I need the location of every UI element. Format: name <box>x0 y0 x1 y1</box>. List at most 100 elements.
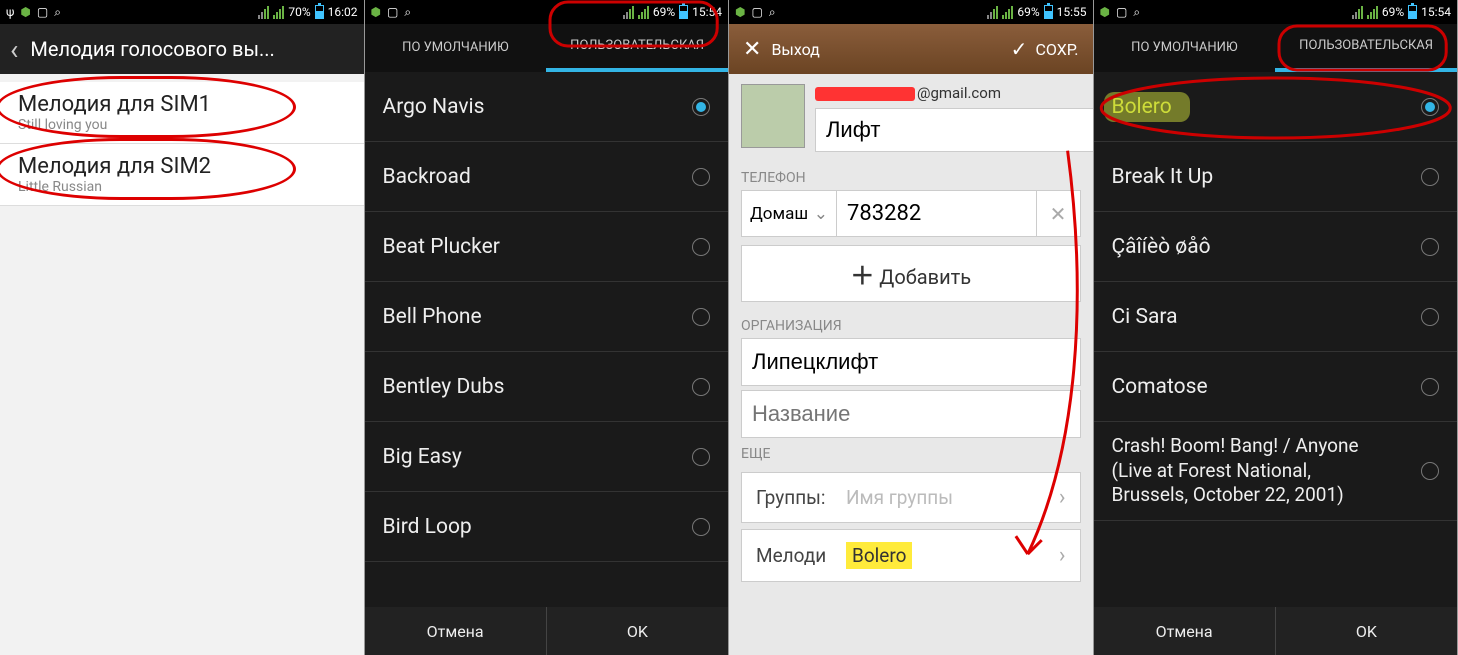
exit-label[interactable]: Выход <box>771 40 819 59</box>
ringtone-item[interactable]: Crash! Boom! Bang! / Anyone (Live at For… <box>1094 422 1458 521</box>
radio-icon[interactable] <box>1421 462 1439 480</box>
radio-icon[interactable] <box>692 98 710 116</box>
dialog-buttons: Отмена OK <box>365 607 729 655</box>
org-company-input[interactable] <box>741 338 1081 386</box>
battery-icon <box>1044 5 1053 19</box>
phone-type-dropdown[interactable]: Домаш⌄ <box>741 190 837 237</box>
status-bar: ⬢ ▢ ⌕ 69% 15:55 <box>729 0 1093 24</box>
ringtone-item[interactable]: Çâîíèò øåô <box>1094 212 1458 282</box>
cancel-button[interactable]: Отмена <box>365 607 547 655</box>
item-title: Мелодия для SIM1 <box>18 92 346 117</box>
battery-percent: 69% <box>1017 5 1039 19</box>
ringtone-item[interactable]: Bentley Dubs <box>365 352 729 422</box>
battery-percent: 69% <box>653 5 675 19</box>
ringtone-item[interactable]: Ci Sara <box>1094 282 1458 352</box>
shield-icon: ⬢ <box>735 5 745 19</box>
image-icon: ▢ <box>387 5 398 19</box>
ringtone-item[interactable]: Beat Plucker <box>365 212 729 282</box>
radio-icon[interactable] <box>692 238 710 256</box>
radio-icon[interactable] <box>1421 378 1439 396</box>
groups-value: Имя группы <box>846 486 1059 509</box>
ringtone-item[interactable]: Argo Navis <box>365 72 729 142</box>
account-email: @gmail.com <box>815 84 1075 102</box>
tab-default[interactable]: ПО УМОЛЧАНИЮ <box>365 24 547 72</box>
screen-2-ringtone-picker: ⬢ ▢ ⌕ 69% 15:54 ПО УМОЛЧАНИЮ ПОЛЬЗОВАТЕЛ… <box>365 0 730 655</box>
screen-4-ringtone-picker: ⬢ ▢ ⌕ 69% 15:54 ПО УМОЛЧАНИЮ ПОЛЬЗОВАТЕЛ… <box>1094 0 1458 655</box>
clock: 15:54 <box>1421 5 1451 19</box>
contact-body[interactable]: @gmail.com ⌄ ТЕЛЕФОН Домаш⌄ 783282 ✕ ＋ Д… <box>729 74 1093 655</box>
avatar[interactable] <box>741 84 805 148</box>
check-icon[interactable]: ✓ <box>1011 37 1028 61</box>
screen-1-ringtone-settings: ψ ⬢ ▢ ⌕ 70% 16:02 ‹ Мелодия голосового в… <box>0 0 365 655</box>
search-icon: ⌕ <box>1133 5 1140 20</box>
ringtone-item[interactable]: Bird Loop <box>365 492 729 562</box>
groups-row[interactable]: Группы: Имя группы › <box>741 472 1081 523</box>
radio-icon[interactable] <box>692 308 710 326</box>
chevron-right-icon: › <box>1059 543 1066 568</box>
tab-default[interactable]: ПО УМОЛЧАНИЮ <box>1094 24 1276 72</box>
ringtone-row[interactable]: Мелоди Bolero › <box>741 529 1081 582</box>
back-icon[interactable]: ‹ <box>10 33 18 66</box>
ok-button[interactable]: OK <box>547 607 728 655</box>
ringtone-item[interactable]: Comatose <box>1094 352 1458 422</box>
battery-icon <box>679 5 688 19</box>
phone-number-input[interactable]: 783282 <box>837 190 1037 237</box>
search-icon: ⌕ <box>404 5 411 20</box>
ringtone-item[interactable]: Big Easy <box>365 422 729 492</box>
radio-icon[interactable] <box>1421 238 1439 256</box>
page-title: Мелодия голосового вы... <box>30 37 274 61</box>
shield-icon: ⬢ <box>1100 5 1110 19</box>
radio-icon[interactable] <box>1421 308 1439 326</box>
radio-icon[interactable] <box>1421 168 1439 186</box>
image-icon: ▢ <box>1116 5 1127 19</box>
clear-icon[interactable]: ✕ <box>1037 190 1081 237</box>
ringtone-value: Bolero <box>846 542 912 569</box>
screen-3-contact-edit: ⬢ ▢ ⌕ 69% 15:55 ✕ Выход ✓ СОХР. @gmail.c… <box>729 0 1094 655</box>
radio-icon[interactable] <box>692 448 710 466</box>
radio-icon[interactable] <box>692 518 710 536</box>
ringtone-item[interactable]: Bell Phone <box>365 282 729 352</box>
sim1-ringtone-item[interactable]: Мелодия для SIM1 Still loving you <box>0 82 364 144</box>
battery-icon <box>315 5 324 19</box>
contact-name-input[interactable] <box>815 108 1093 152</box>
settings-list: Мелодия для SIM1 Still loving you Мелоди… <box>0 74 364 655</box>
signal-icon <box>258 6 269 19</box>
signal-icon-2 <box>638 6 649 19</box>
battery-icon <box>1408 5 1417 19</box>
ringtone-item[interactable]: Backroad <box>365 142 729 212</box>
ringtone-item-selected[interactable]: Bolero <box>1094 72 1458 142</box>
tab-custom[interactable]: ПОЛЬЗОВАТЕЛЬСКАЯ <box>546 24 728 72</box>
clock: 15:54 <box>692 5 722 19</box>
battery-percent: 70% <box>288 5 310 19</box>
org-title-input[interactable] <box>741 390 1081 438</box>
ringtone-list[interactable]: Bolero Break It Up Çâîíèò øåô Ci Sara Co… <box>1094 72 1458 607</box>
shield-icon: ⬢ <box>20 5 30 19</box>
cancel-button[interactable]: Отмена <box>1094 607 1276 655</box>
battery-percent: 69% <box>1382 5 1404 19</box>
tabs: ПО УМОЛЧАНИЮ ПОЛЬЗОВАТЕЛЬСКАЯ <box>365 24 729 72</box>
radio-icon[interactable] <box>692 378 710 396</box>
ringtone-list[interactable]: Argo Navis Backroad Beat Plucker Bell Ph… <box>365 72 729 607</box>
add-phone-button[interactable]: ＋ Добавить <box>741 245 1081 302</box>
status-bar: ψ ⬢ ▢ ⌕ 70% 16:02 <box>0 0 364 24</box>
save-label[interactable]: СОХР. <box>1035 40 1078 59</box>
signal-icon-2 <box>1367 6 1378 19</box>
radio-icon[interactable] <box>1421 98 1439 116</box>
item-title: Мелодия для SIM2 <box>18 154 346 179</box>
radio-icon[interactable] <box>692 168 710 186</box>
contact-header: ✕ Выход ✓ СОХР. <box>729 24 1093 74</box>
status-bar: ⬢ ▢ ⌕ 69% 15:54 <box>365 0 729 24</box>
chevron-right-icon: › <box>1059 485 1066 510</box>
item-subtitle: Still loving you <box>18 117 346 133</box>
ringtone-item[interactable]: Break It Up <box>1094 142 1458 212</box>
status-bar: ⬢ ▢ ⌕ 69% 15:54 <box>1094 0 1458 24</box>
signal-icon-2 <box>273 6 284 19</box>
image-icon: ▢ <box>751 5 762 19</box>
ok-button[interactable]: OK <box>1276 607 1457 655</box>
item-subtitle: Little Russian <box>18 179 346 195</box>
image-icon: ▢ <box>37 5 48 19</box>
tab-custom[interactable]: ПОЛЬЗОВАТЕЛЬСКАЯ <box>1275 24 1457 72</box>
groups-label: Группы: <box>756 486 846 509</box>
sim2-ringtone-item[interactable]: Мелодия для SIM2 Little Russian <box>0 144 364 206</box>
close-icon[interactable]: ✕ <box>743 37 761 62</box>
